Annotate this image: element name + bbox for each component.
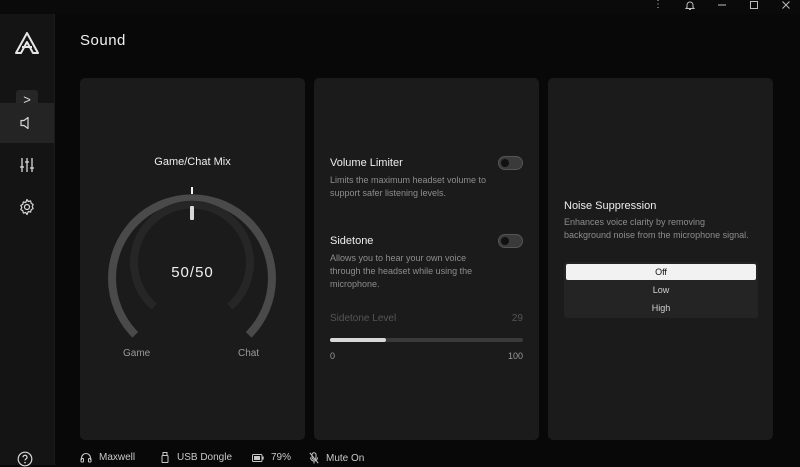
sidetone-level-slider[interactable]	[330, 338, 523, 342]
status-mic: Mute On	[309, 452, 364, 464]
status-device: Maxwell	[80, 452, 135, 463]
slider-min-label: 0	[330, 351, 336, 361]
status-mic-label: Mute On	[326, 452, 365, 464]
sidetone-toggle[interactable]	[498, 234, 523, 248]
noise-option-high[interactable]: High	[566, 300, 756, 316]
noise-suppression-card: Noise Suppression Enhances voice clarity…	[548, 78, 773, 440]
noise-option-low[interactable]: Low	[566, 282, 756, 298]
title-bar: ⋮	[0, 0, 800, 14]
status-battery: 79%	[252, 452, 291, 463]
noise-suppression-options: Off Low High	[564, 262, 758, 318]
minimize-icon[interactable]	[712, 0, 732, 12]
mix-chat-label: Chat	[238, 348, 260, 359]
headset-icon	[80, 452, 92, 463]
more-vertical-icon[interactable]: ⋮	[648, 0, 668, 12]
battery-icon	[252, 453, 264, 462]
game-chat-mix-card: Game/Chat Mix 50/50 Game Chat	[80, 78, 305, 440]
gear-icon	[20, 198, 34, 216]
close-icon[interactable]	[776, 0, 796, 12]
logo-icon	[15, 32, 39, 54]
sidebar-item-sound[interactable]	[0, 103, 54, 143]
mix-knob-indicator[interactable]	[190, 206, 194, 220]
usb-dongle-icon	[161, 452, 169, 463]
mix-value: 50/50	[171, 264, 214, 281]
sidetone-level-label: Sidetone Level	[330, 313, 397, 324]
noise-suppression-description: Enhances voice clarity by removing backg…	[564, 217, 749, 240]
status-device-name: Maxwell	[99, 452, 136, 463]
sidebar: >	[0, 14, 55, 467]
status-connection-label: USB Dongle	[177, 452, 233, 463]
page-title: Sound	[80, 32, 126, 49]
sidetone-level-value: 29	[511, 313, 523, 324]
mix-title: Game/Chat Mix	[154, 156, 231, 168]
maximize-icon[interactable]	[744, 0, 764, 12]
sliders-icon	[20, 158, 34, 172]
noise-option-off[interactable]: Off	[566, 264, 756, 280]
speaker-icon	[20, 116, 29, 130]
sidetone-description: Allows you to hear your own voice throug…	[330, 253, 473, 289]
volume-limiter-description: Limits the maximum headset volume to sup…	[330, 175, 487, 198]
voice-settings-card: Volume Limiter Limits the maximum headse…	[314, 78, 539, 440]
noise-suppression-title: Noise Suppression	[564, 200, 657, 212]
sidetone-title: Sidetone	[330, 235, 374, 247]
sidetone-level-fill	[330, 338, 386, 342]
volume-limiter-title: Volume Limiter	[330, 157, 403, 169]
bell-icon[interactable]	[680, 0, 700, 12]
sidebar-item-settings[interactable]	[0, 187, 54, 227]
status-bar: Maxwell USB Dongle 79% Mute On	[80, 450, 800, 465]
status-battery-level: 79%	[271, 452, 292, 463]
volume-limiter-toggle[interactable]	[498, 156, 523, 170]
mix-game-label: Game	[123, 348, 151, 359]
sidebar-item-equalizer[interactable]	[0, 145, 54, 185]
slider-max-label: 100	[507, 351, 523, 361]
status-connection: USB Dongle	[160, 452, 232, 463]
mic-muted-icon	[309, 452, 319, 464]
